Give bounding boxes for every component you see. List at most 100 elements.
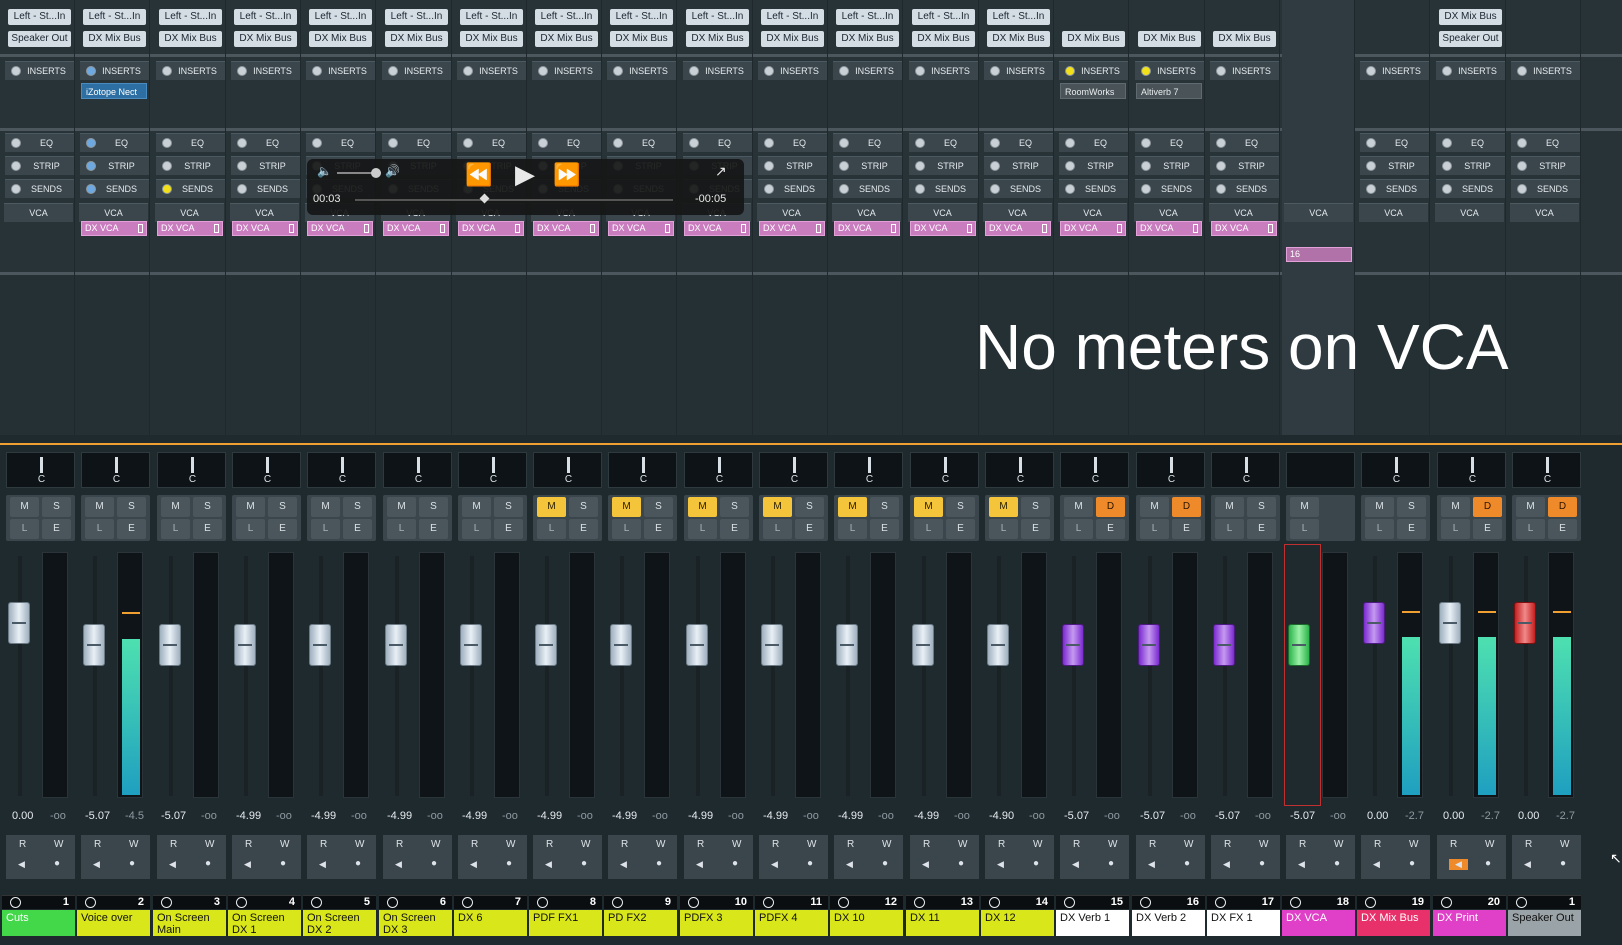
monitor-icon[interactable]: ◀ xyxy=(319,859,326,870)
sends-header[interactable]: SENDS xyxy=(1210,179,1279,198)
eq-toggle-icon[interactable] xyxy=(764,138,774,148)
sends-toggle-icon[interactable] xyxy=(1141,184,1151,194)
fader-value[interactable]: 0.00 xyxy=(1518,810,1539,822)
sends-toggle-icon[interactable] xyxy=(237,184,247,194)
inserts-toggle-icon[interactable] xyxy=(1442,66,1452,76)
play-icon[interactable]: ▶ xyxy=(515,159,535,190)
sends-toggle-icon[interactable] xyxy=(162,184,172,194)
fader-handle[interactable] xyxy=(159,624,181,666)
eq-toggle-icon[interactable] xyxy=(312,138,322,148)
output-routing[interactable]: DX Mix Bus xyxy=(309,31,372,47)
channel-name[interactable]: Cuts xyxy=(2,910,75,936)
inserts-toggle-icon[interactable] xyxy=(689,66,699,76)
quicktime-transport-overlay[interactable]: 🔈 🔊 ⏪ ▶ ⏩ ↗ 00:03 -00:05 xyxy=(307,159,744,215)
fader-value[interactable]: -4.99 xyxy=(387,810,412,822)
solo-button[interactable]: S xyxy=(644,497,673,517)
record-icon[interactable]: ● xyxy=(1259,858,1265,869)
input-routing[interactable]: Left - St...In xyxy=(385,9,448,25)
listen-button[interactable]: L xyxy=(1516,519,1545,539)
read-button[interactable]: R xyxy=(772,839,779,850)
eq-toggle-icon[interactable] xyxy=(1216,138,1226,148)
inserts-toggle-icon[interactable] xyxy=(613,66,623,76)
eq-header[interactable]: EQ xyxy=(5,133,74,152)
read-button[interactable]: R xyxy=(396,839,403,850)
channel-strip-11[interactable]: Left - St...In DX Mix Bus INSERTS EQ STRIP SE… xyxy=(755,0,828,945)
sends-header[interactable]: SENDS xyxy=(758,179,827,198)
channel-strip-16[interactable]: DX Mix Bus INSERTS Altiverb 7 EQ STRIP SENDS V… xyxy=(1132,0,1205,945)
eq-toggle-icon[interactable] xyxy=(689,138,699,148)
write-button[interactable]: W xyxy=(1334,839,1343,850)
fader-value[interactable]: -4.99 xyxy=(763,810,788,822)
channel-link-icon[interactable] xyxy=(10,897,21,908)
channel-name[interactable]: PDFX 4 xyxy=(755,910,828,936)
inserts-header[interactable]: INSERTS xyxy=(909,61,978,80)
write-button[interactable]: W xyxy=(280,839,289,850)
vca-selector[interactable]: VCA xyxy=(1435,203,1504,222)
strip-header[interactable]: STRIP xyxy=(909,156,978,175)
read-button[interactable]: R xyxy=(1374,839,1381,850)
listen-button[interactable]: L xyxy=(688,519,717,539)
monitor-icon[interactable]: ◀ xyxy=(1524,859,1531,870)
mute-button[interactable]: M xyxy=(1215,497,1244,517)
channel-name[interactable]: Voice over xyxy=(77,910,150,936)
edit-button[interactable]: E xyxy=(1473,519,1502,539)
write-button[interactable]: W xyxy=(506,839,515,850)
listen-button[interactable]: L xyxy=(914,519,943,539)
output-routing[interactable]: Speaker Out xyxy=(1439,31,1502,47)
record-icon[interactable]: ● xyxy=(882,858,888,869)
monitor-icon[interactable]: ◀ xyxy=(1072,859,1079,870)
fader-value[interactable]: -4.99 xyxy=(612,810,637,822)
channel-strip-14[interactable]: Left - St...In DX Mix Bus INSERTS EQ STRIP SE… xyxy=(981,0,1054,945)
vca-assignment[interactable]: DX VCA xyxy=(533,221,599,236)
channel-name[interactable]: PDFX 3 xyxy=(680,910,753,936)
eq-toggle-icon[interactable] xyxy=(463,138,473,148)
mute-button[interactable]: M xyxy=(236,497,265,517)
output-routing[interactable]: DX Mix Bus xyxy=(1138,31,1201,47)
eq-header[interactable]: EQ xyxy=(532,133,601,152)
eq-header[interactable]: EQ xyxy=(231,133,300,152)
strip-toggle-icon[interactable] xyxy=(1442,161,1452,171)
vca-assignment[interactable]: DX VCA xyxy=(383,221,449,236)
sends-toggle-icon[interactable] xyxy=(1366,184,1376,194)
vca-assignment[interactable]: DX VCA xyxy=(608,221,674,236)
write-button[interactable]: W xyxy=(807,839,816,850)
edit-button[interactable]: E xyxy=(343,519,372,539)
eq-toggle-icon[interactable] xyxy=(11,138,21,148)
channel-link-icon[interactable] xyxy=(914,897,925,908)
strip-toggle-icon[interactable] xyxy=(237,161,247,171)
fader-handle[interactable] xyxy=(686,624,708,666)
read-button[interactable]: R xyxy=(546,839,553,850)
record-icon[interactable]: ● xyxy=(732,858,738,869)
channel-link-icon[interactable] xyxy=(1290,897,1301,908)
fader-value[interactable]: 0.00 xyxy=(12,810,33,822)
channel-name[interactable]: DX VCA xyxy=(1282,910,1355,936)
channel-name[interactable]: DX Verb 2 xyxy=(1132,910,1205,936)
channel-link-icon[interactable] xyxy=(85,897,96,908)
fader-value[interactable]: 0.00 xyxy=(1443,810,1464,822)
strip-header[interactable]: STRIP xyxy=(1210,156,1279,175)
channel-name[interactable]: PDF FX1 xyxy=(529,910,602,936)
edit-button[interactable]: E xyxy=(117,519,146,539)
record-icon[interactable]: ● xyxy=(1108,858,1114,869)
fader-handle[interactable] xyxy=(610,624,632,666)
channel-name[interactable]: DX 10 xyxy=(830,910,903,936)
eq-toggle-icon[interactable] xyxy=(839,138,849,148)
mute-button[interactable]: M xyxy=(838,497,867,517)
channel-strip-18[interactable]: VCA 16 M L -5.07 -oo R W ◀ ● 18 DX VCA xyxy=(1282,0,1355,945)
fader-value[interactable]: -5.07 xyxy=(1215,810,1240,822)
mute-button[interactable]: M xyxy=(914,497,943,517)
strip-header[interactable]: STRIP xyxy=(80,156,149,175)
output-routing[interactable]: DX Mix Bus xyxy=(686,31,749,47)
eq-toggle-icon[interactable] xyxy=(1065,138,1075,148)
pan-control[interactable]: C xyxy=(608,452,677,488)
read-button[interactable]: R xyxy=(94,839,101,850)
fader-handle[interactable] xyxy=(1213,624,1235,666)
channel-link-icon[interactable] xyxy=(688,897,699,908)
solo-button[interactable]: S xyxy=(193,497,222,517)
inserts-header[interactable]: INSERTS xyxy=(683,61,752,80)
inserts-header[interactable]: INSERTS xyxy=(1511,61,1580,80)
edit-button[interactable]: E xyxy=(795,519,824,539)
vca-selector[interactable]: VCA xyxy=(757,203,826,222)
input-routing[interactable]: Left - St...In xyxy=(761,9,824,25)
fader-handle[interactable] xyxy=(1363,602,1385,644)
